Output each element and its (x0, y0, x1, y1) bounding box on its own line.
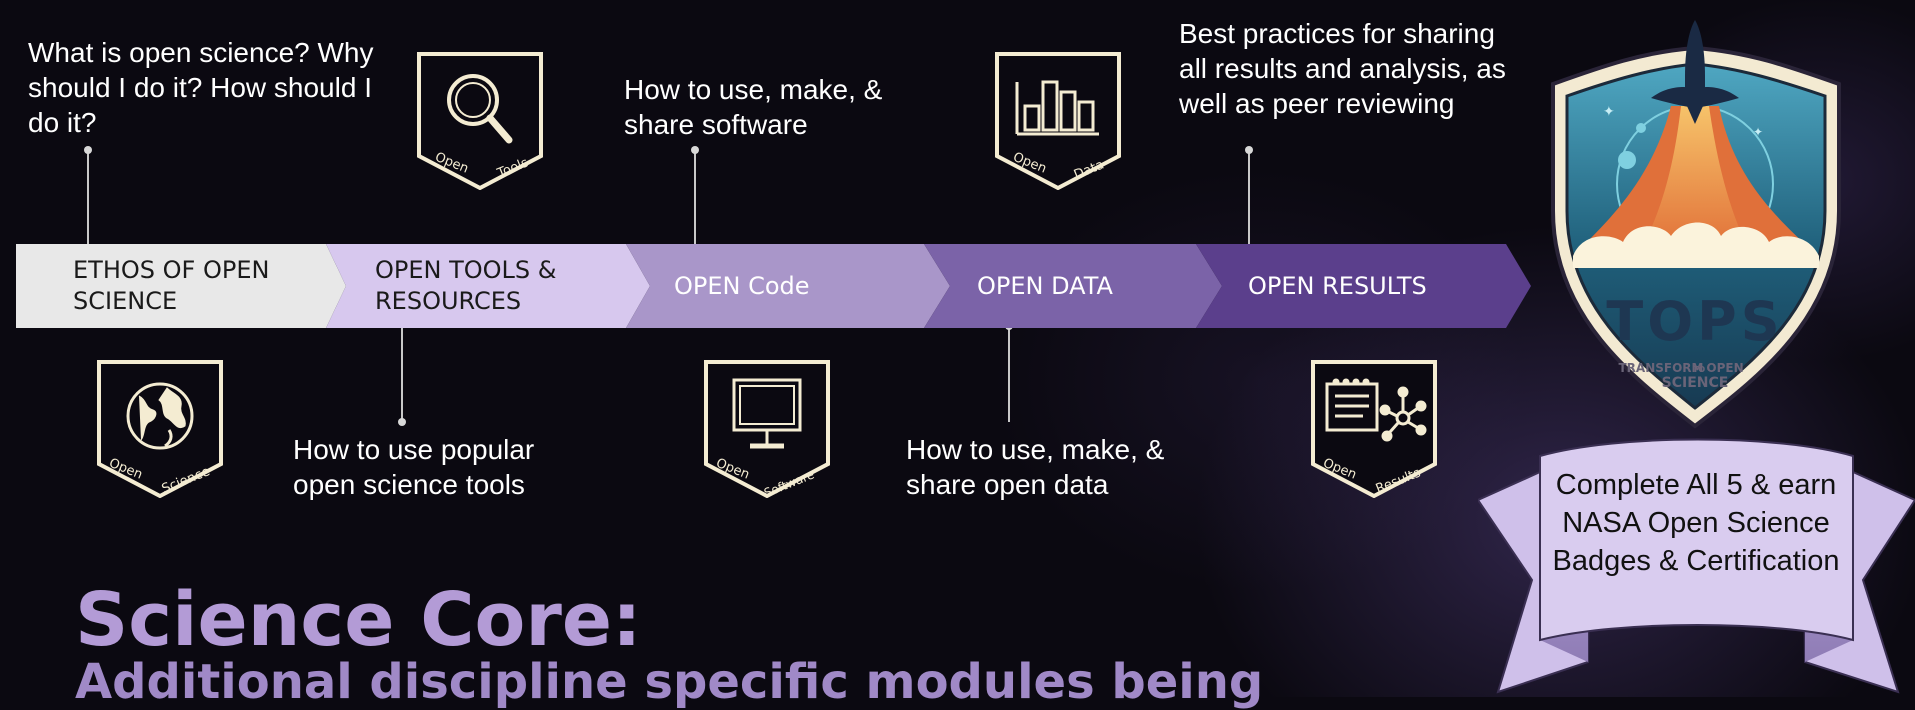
svg-text:✦: ✦ (1603, 103, 1615, 119)
step-ethos-label: ETHOS OF OPEN SCIENCE (73, 256, 270, 315)
connector-tools (401, 326, 403, 422)
step-results-label: OPEN RESULTS (1248, 272, 1427, 300)
data-description: How to use, make, & share open data (906, 434, 1165, 500)
results-description: Best practices for sharing all results a… (1179, 18, 1506, 119)
connector-results (1248, 150, 1250, 245)
connector-ethos (87, 150, 89, 245)
connector-dot (1245, 146, 1253, 154)
page-subtitle: Additional discipline specific modules b… (75, 654, 1264, 710)
connector-dot (84, 146, 92, 154)
step-tools-label: OPEN TOOLS & RESOURCES (375, 256, 557, 315)
ribbon-text: Complete All 5 & earn NASA Open Science … (1552, 469, 1840, 577)
tools-description: How to use popular open science tools (293, 434, 535, 500)
connector-dot (398, 418, 406, 426)
open-data-badge: Open Data (995, 52, 1121, 190)
connector-code (694, 150, 696, 245)
step-data-label: OPEN DATA (977, 272, 1113, 300)
open-tools-badge: Open Tools (417, 52, 543, 190)
tops-tagline: TRANSFORM (1619, 361, 1704, 375)
connector-data (1008, 326, 1010, 422)
page-title: Science Core: (75, 577, 642, 663)
open-science-badge: Open Science (97, 360, 223, 498)
tops-tagline: TO (1693, 365, 1705, 374)
open-software-badge: Open Software (704, 360, 830, 498)
ethos-description: What is open science? Why should I do it… (28, 37, 374, 138)
step-code-label: OPEN Code (674, 272, 810, 300)
connector-dot (691, 146, 699, 154)
tops-badge: ✦ ✦ ✦ TOPS TRANSFORM TO OPEN SCIENCE (1551, 20, 1841, 429)
code-description: How to use, make, & share software (624, 74, 883, 140)
tops-tagline: OPEN (1706, 361, 1743, 375)
open-results-badge: Open Results (1311, 360, 1437, 498)
tops-word: TOPS (1606, 290, 1783, 353)
svg-text:✦: ✦ (1753, 125, 1763, 139)
tops-tagline: SCIENCE (1662, 375, 1729, 391)
